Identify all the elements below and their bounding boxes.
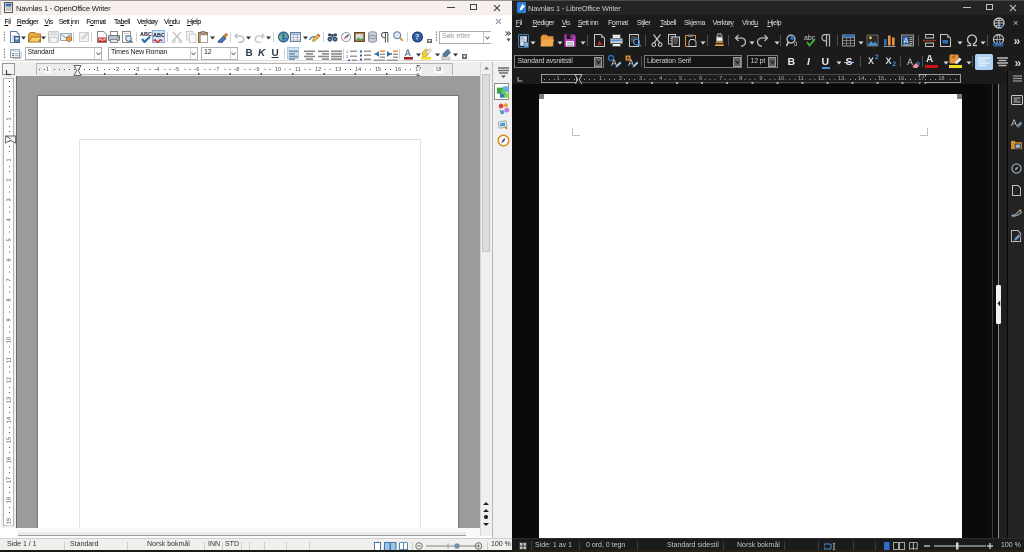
svg-text:A: A (907, 57, 913, 67)
svg-text:A: A (404, 48, 411, 58)
svg-text:2: 2 (346, 54, 349, 59)
svg-text:A: A (1011, 118, 1018, 128)
